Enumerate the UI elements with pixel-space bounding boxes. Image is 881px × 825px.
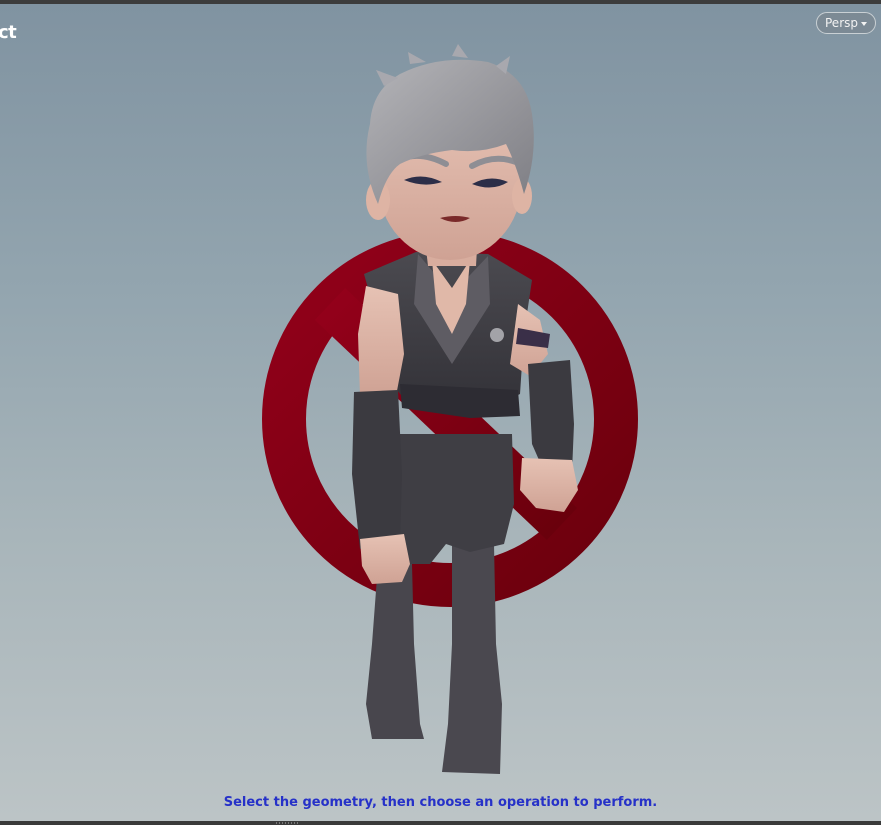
status-prompt: Select the geometry, then choose an oper…	[223, 795, 658, 810]
viewport-bottom-border	[0, 821, 881, 825]
scene-viewport[interactable]: ct Persp Select the geometry, then choos…	[0, 4, 881, 821]
character-model	[352, 44, 578, 774]
resize-grip-icon[interactable]	[276, 822, 300, 824]
scene-render[interactable]	[0, 4, 881, 821]
